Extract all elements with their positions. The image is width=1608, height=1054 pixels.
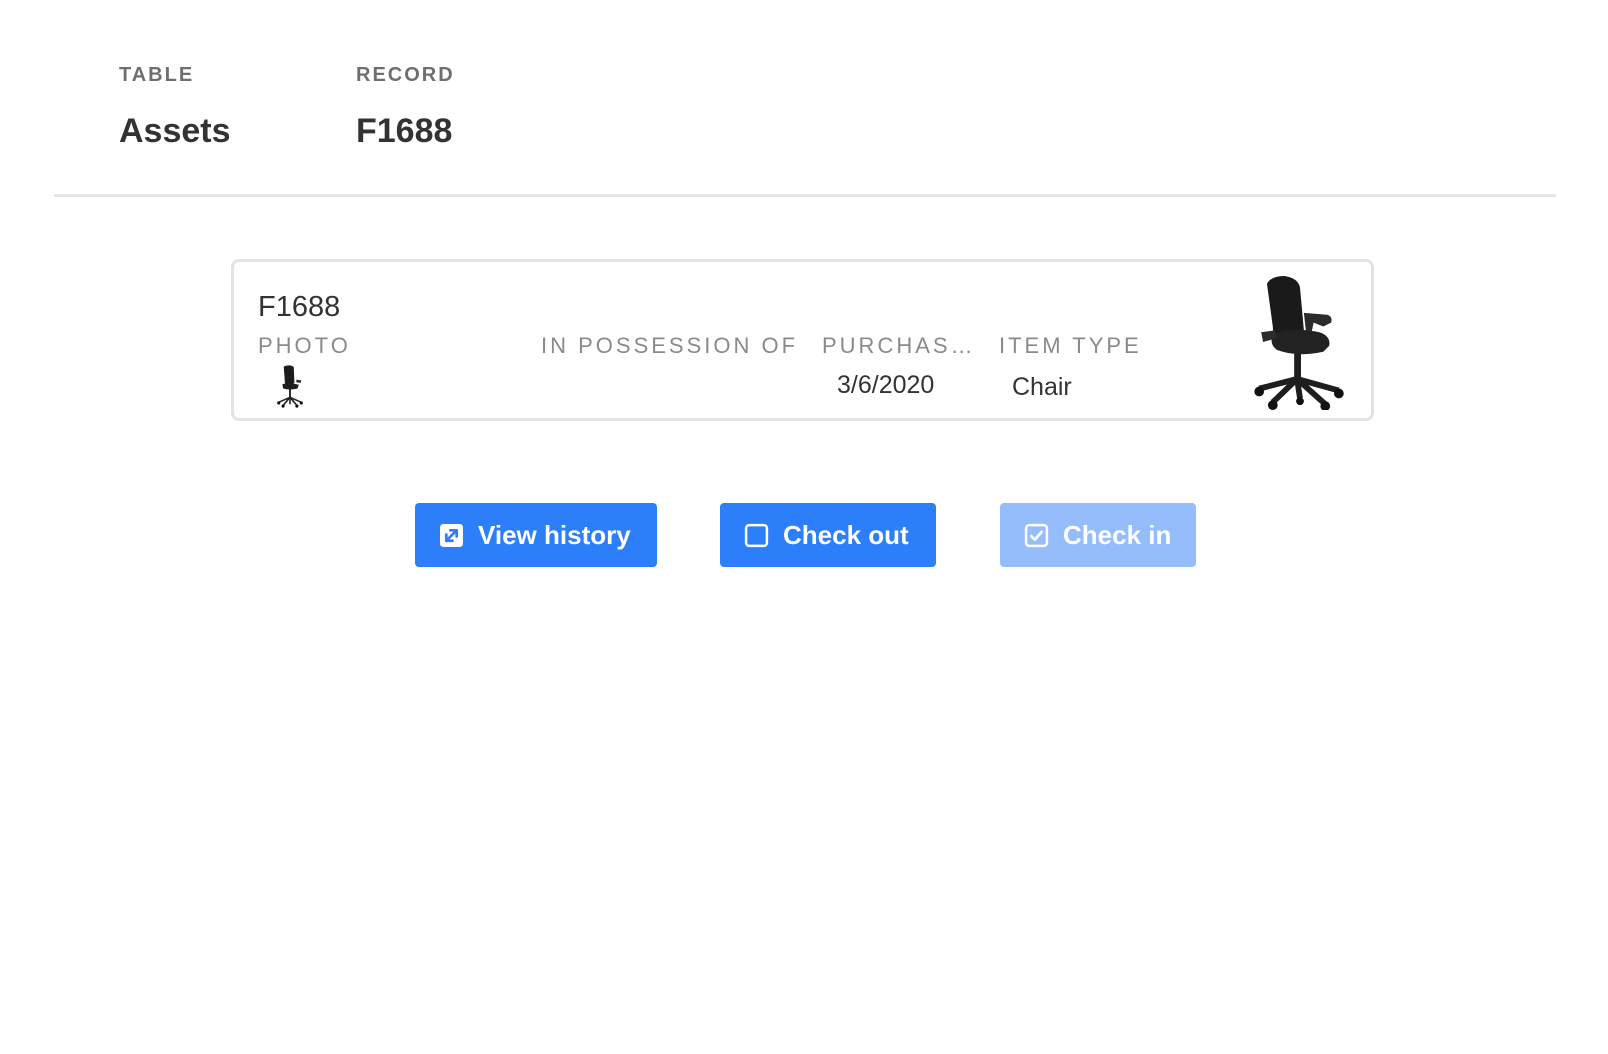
check-out-button[interactable]: Check out (720, 503, 936, 567)
office-chair-photo (1254, 275, 1344, 410)
table-name: Assets (119, 112, 231, 150)
purchase-date-label: PURCHASE… (822, 333, 980, 358)
in-possession-of-label: IN POSSESSION OF (541, 333, 799, 358)
checkbox-checked-icon (1024, 523, 1049, 547)
purchase-date-value: 3/6/2020 (837, 371, 935, 399)
record-card[interactable]: F1688 PHOTO IN POSSESSION OF PURCHASE… 3… (231, 259, 1374, 421)
page-header: TABLE Assets RECORD F1688 (0, 0, 1608, 200)
checkbox-empty-icon (744, 523, 769, 547)
record-label: RECORD (356, 64, 455, 86)
record-card-title: F1688 (258, 291, 341, 323)
item-type-value: Chair (1012, 373, 1072, 401)
check-out-label: Check out (783, 519, 909, 550)
table-label: TABLE (119, 64, 195, 86)
view-history-button[interactable]: View history (415, 503, 657, 567)
table-info: TABLE Assets (119, 62, 231, 151)
header-divider (54, 194, 1556, 197)
view-history-label: View history (478, 519, 631, 550)
photo-field-label: PHOTO (258, 333, 351, 358)
record-info: RECORD F1688 (356, 62, 455, 151)
expand-icon (440, 523, 463, 547)
chair-photo-thumbnail[interactable] (274, 364, 306, 408)
check-in-label: Check in (1063, 519, 1172, 550)
record-name: F1688 (356, 112, 453, 150)
check-in-button[interactable]: Check in (1000, 503, 1196, 567)
item-type-label: ITEM TYPE (999, 333, 1142, 358)
